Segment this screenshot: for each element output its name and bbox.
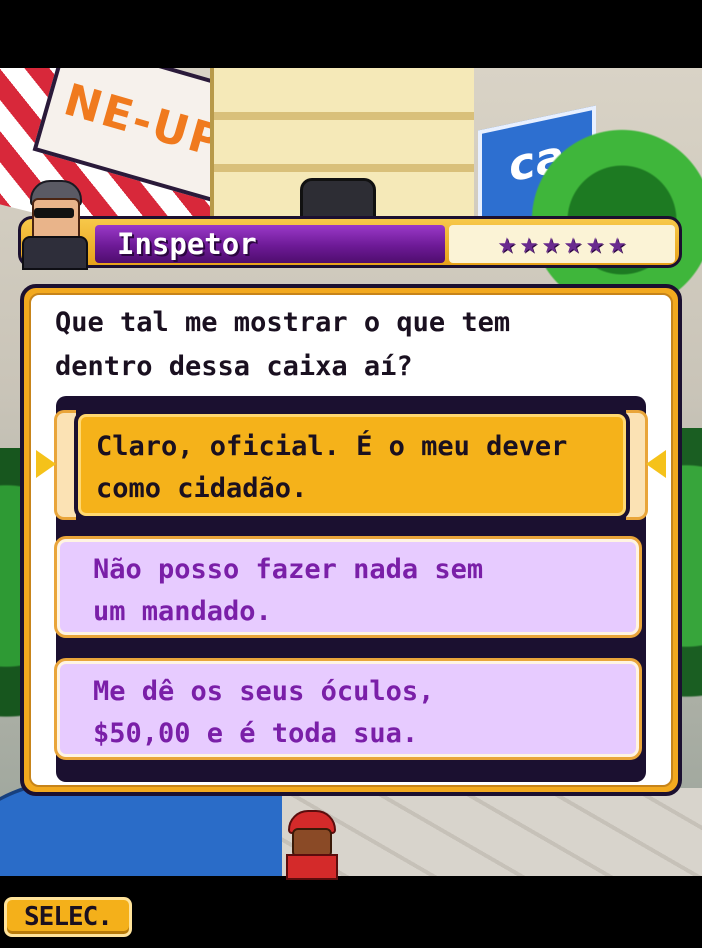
speaker-portrait: [20, 180, 88, 270]
sunglasses-icon: [34, 208, 74, 218]
star-icon: ★: [586, 226, 605, 261]
star-icon: ★: [564, 226, 583, 261]
select-softkey[interactable]: SELEC.: [4, 897, 132, 937]
selection-arrow-right-icon: [646, 450, 666, 478]
dialog-option-1[interactable]: Claro, oficial. É o meu dever como cidad…: [74, 410, 630, 520]
speaker-bar: Inspetor ★ ★ ★ ★ ★ ★: [18, 216, 682, 268]
star-icon: ★: [608, 226, 627, 261]
dialog-question: Que tal me mostrar o que tem dentro dess…: [55, 307, 511, 382]
speaker-name: Inspetor: [117, 227, 257, 261]
star-icon: ★: [541, 226, 560, 261]
star-icon: ★: [497, 226, 516, 261]
portrait-coat: [22, 236, 88, 270]
player-character: [282, 810, 338, 880]
wanted-stars: ★ ★ ★ ★ ★ ★: [449, 225, 675, 263]
selection-bracket-left: [54, 410, 76, 520]
option-label: Claro, oficial. É o meu dever como cidad…: [96, 431, 568, 504]
pavement: [282, 788, 702, 876]
option-label: Me dê os seus óculos, $50,00 e é toda su…: [93, 676, 435, 749]
speaker-name-plate: Inspetor: [95, 225, 445, 263]
option-label: Não posso fazer nada sem um mandado.: [93, 554, 484, 627]
dialog-option-3[interactable]: Me dê os seus óculos, $50,00 e é toda su…: [54, 658, 642, 760]
player-body: [286, 854, 338, 880]
dialog-option-2[interactable]: Não posso fazer nada sem um mandado.: [54, 536, 642, 638]
star-icon: ★: [519, 226, 538, 261]
selection-arrow-left-icon: [36, 450, 56, 478]
